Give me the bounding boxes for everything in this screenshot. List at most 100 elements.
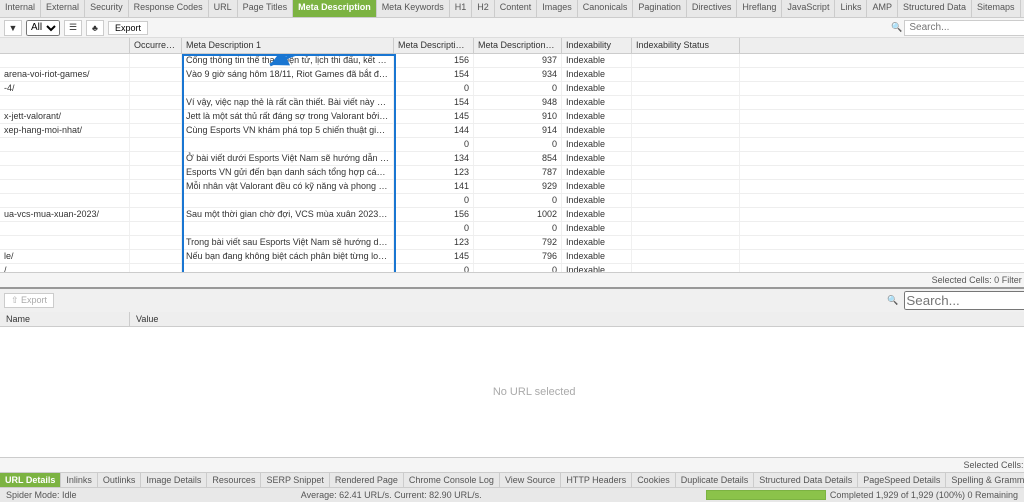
bottom-tab-resources[interactable]: Resources (207, 473, 261, 487)
cell-idxs (632, 152, 740, 165)
col-occurrences[interactable]: Occurrences (130, 38, 182, 53)
table-row[interactable]: 00Indexable (0, 194, 1024, 208)
filter-icon[interactable]: ▼ (4, 20, 22, 36)
col-indexability[interactable]: Indexability (562, 38, 632, 53)
col-url[interactable] (0, 38, 130, 53)
bottom-tab-structured-data-details[interactable]: Structured Data Details (754, 473, 858, 487)
table-row[interactable]: /00Indexable (0, 264, 1024, 272)
cell-idxs (632, 124, 740, 137)
col-indexability-status[interactable]: Indexability Status (632, 38, 740, 53)
cell-idxs (632, 208, 740, 221)
table-row[interactable]: le/Nếu bạn đang không biệt cách phân biệ… (0, 250, 1024, 264)
table-row[interactable]: 00Indexable (0, 222, 1024, 236)
tab-javascript[interactable]: JavaScript (782, 0, 835, 17)
tab-response-codes[interactable]: Response Codes (129, 0, 209, 17)
cell-idxs (632, 96, 740, 109)
tab-structured-data[interactable]: Structured Data (898, 0, 972, 17)
cell-url: ua-vcs-mua-xuan-2023/ (0, 208, 130, 221)
bottom-tab-view-source[interactable]: View Source (500, 473, 561, 487)
cell-occ (130, 166, 182, 179)
cell-idxs (632, 68, 740, 81)
tab-hreflang[interactable]: Hreflang (737, 0, 782, 17)
cell-occ (130, 180, 182, 193)
cell-desc (182, 194, 394, 207)
cell-url: x-jett-valorant/ (0, 110, 130, 123)
table-row[interactable]: x-jett-valorant/Jett là một sát thủ rất … (0, 110, 1024, 124)
table-row[interactable]: Esports VN gửi đến bạn danh sách tổng hợ… (0, 166, 1024, 180)
bottom-tab-rendered-page[interactable]: Rendered Page (330, 473, 404, 487)
col-pixel-width[interactable]: Meta Description 1 Pixel Width (474, 38, 562, 53)
table-row[interactable]: Trong bài viết sau Esports Việt Nam sẽ h… (0, 236, 1024, 250)
table-row[interactable]: ua-vcs-mua-xuan-2023/Sau một thời gian c… (0, 208, 1024, 222)
tab-pagespee[interactable]: PageSpee (1021, 0, 1024, 17)
cell-desc: Mỗi nhân vật Valorant đều có kỹ năng và … (182, 180, 394, 193)
tab-links[interactable]: Links (835, 0, 867, 17)
table-row[interactable]: 00Indexable (0, 138, 1024, 152)
tab-internal[interactable]: Internal (0, 0, 41, 17)
bottom-tab-inlinks[interactable]: Inlinks (61, 473, 98, 487)
bottom-tab-duplicate-details[interactable]: Duplicate Details (676, 473, 755, 487)
tab-meta-keywords[interactable]: Meta Keywords (377, 0, 450, 17)
tab-sitemaps[interactable]: Sitemaps (972, 0, 1021, 17)
table-row[interactable]: arena-voi-riot-games/Vào 9 giờ sáng hôm … (0, 68, 1024, 82)
cell-len: 0 (394, 82, 474, 95)
cell-len: 156 (394, 208, 474, 221)
search-icon: 🔍 (887, 295, 898, 306)
search-input[interactable] (904, 20, 1024, 36)
cell-len: 0 (394, 264, 474, 272)
detail-export-button[interactable]: ⇧ Export (4, 293, 54, 308)
bottom-tab-serp-snippet[interactable]: SERP Snippet (261, 473, 329, 487)
bottom-tab-image-details[interactable]: Image Details (141, 473, 207, 487)
tab-meta-description[interactable]: Meta Description (293, 0, 377, 17)
cell-idxs (632, 236, 740, 249)
table-row[interactable]: Ví vậy, việc nạp thẻ là rất cần thiết. B… (0, 96, 1024, 110)
table-row[interactable]: xep-hang-moi-nhat/Cùng Esports VN khám p… (0, 124, 1024, 138)
table-row[interactable]: Mỗi nhân vật Valorant đều có kỹ năng và … (0, 180, 1024, 194)
bottom-tab-spelling-&-grammar-details[interactable]: Spelling & Grammar Details (946, 473, 1024, 487)
bottom-tab-cookies[interactable]: Cookies (632, 473, 676, 487)
cell-idx: Indexable (562, 222, 632, 235)
tab-images[interactable]: Images (537, 0, 578, 17)
cell-pw: 0 (474, 82, 562, 95)
grid-body[interactable]: Cổng thông tin thể thao điện tử, lịch th… (0, 54, 1024, 272)
detail-search-input[interactable] (904, 291, 1024, 310)
tab-page-titles[interactable]: Page Titles (238, 0, 294, 17)
table-row[interactable]: Ở bài viết dưới Esports Việt Nam sẽ hướn… (0, 152, 1024, 166)
tab-canonicals[interactable]: Canonicals (578, 0, 634, 17)
tab-amp[interactable]: AMP (867, 0, 898, 17)
bottom-tab-http-headers[interactable]: HTTP Headers (561, 473, 632, 487)
cell-len: 145 (394, 250, 474, 263)
tab-url[interactable]: URL (209, 0, 238, 17)
detail-pane: ⇧ Export 🔍 Name Value No URL selected Se… (0, 287, 1024, 487)
structure-icon[interactable]: ♣ (86, 20, 104, 36)
tab-external[interactable]: External (41, 0, 85, 17)
cell-occ (130, 208, 182, 221)
cell-idxs (632, 194, 740, 207)
bottom-tab-pagespeed-details[interactable]: PageSpeed Details (858, 473, 946, 487)
cell-desc (182, 82, 394, 95)
tab-directives[interactable]: Directives (687, 0, 738, 17)
col-name[interactable]: Name (0, 312, 130, 326)
filter-select[interactable]: All (26, 20, 60, 36)
tab-content[interactable]: Content (495, 0, 538, 17)
tab-pagination[interactable]: Pagination (633, 0, 687, 17)
export-button[interactable]: Export (108, 21, 148, 35)
col-value[interactable]: Value (130, 312, 1024, 326)
cell-occ (130, 138, 182, 151)
bottom-tab-chrome-console-log[interactable]: Chrome Console Log (404, 473, 500, 487)
table-row[interactable]: Cổng thông tin thể thao điện tử, lịch th… (0, 54, 1024, 68)
tab-h1[interactable]: H1 (450, 0, 473, 17)
cell-desc: Cùng Esports VN khám phá top 5 chiến thu… (182, 124, 394, 137)
bottom-tab-outlinks[interactable]: Outlinks (98, 473, 142, 487)
cell-len: 134 (394, 152, 474, 165)
cell-url (0, 194, 130, 207)
col-meta-desc[interactable]: Meta Description 1 (182, 38, 394, 53)
cell-desc (182, 222, 394, 235)
tab-security[interactable]: Security (85, 0, 129, 17)
cell-idx: Indexable (562, 208, 632, 221)
col-length[interactable]: Meta Description 1 Length (394, 38, 474, 53)
tab-h2[interactable]: H2 (472, 0, 495, 17)
bottom-tab-url-details[interactable]: URL Details (0, 473, 61, 487)
table-row[interactable]: -4/00Indexable (0, 82, 1024, 96)
tree-icon[interactable]: ☰ (64, 20, 82, 36)
